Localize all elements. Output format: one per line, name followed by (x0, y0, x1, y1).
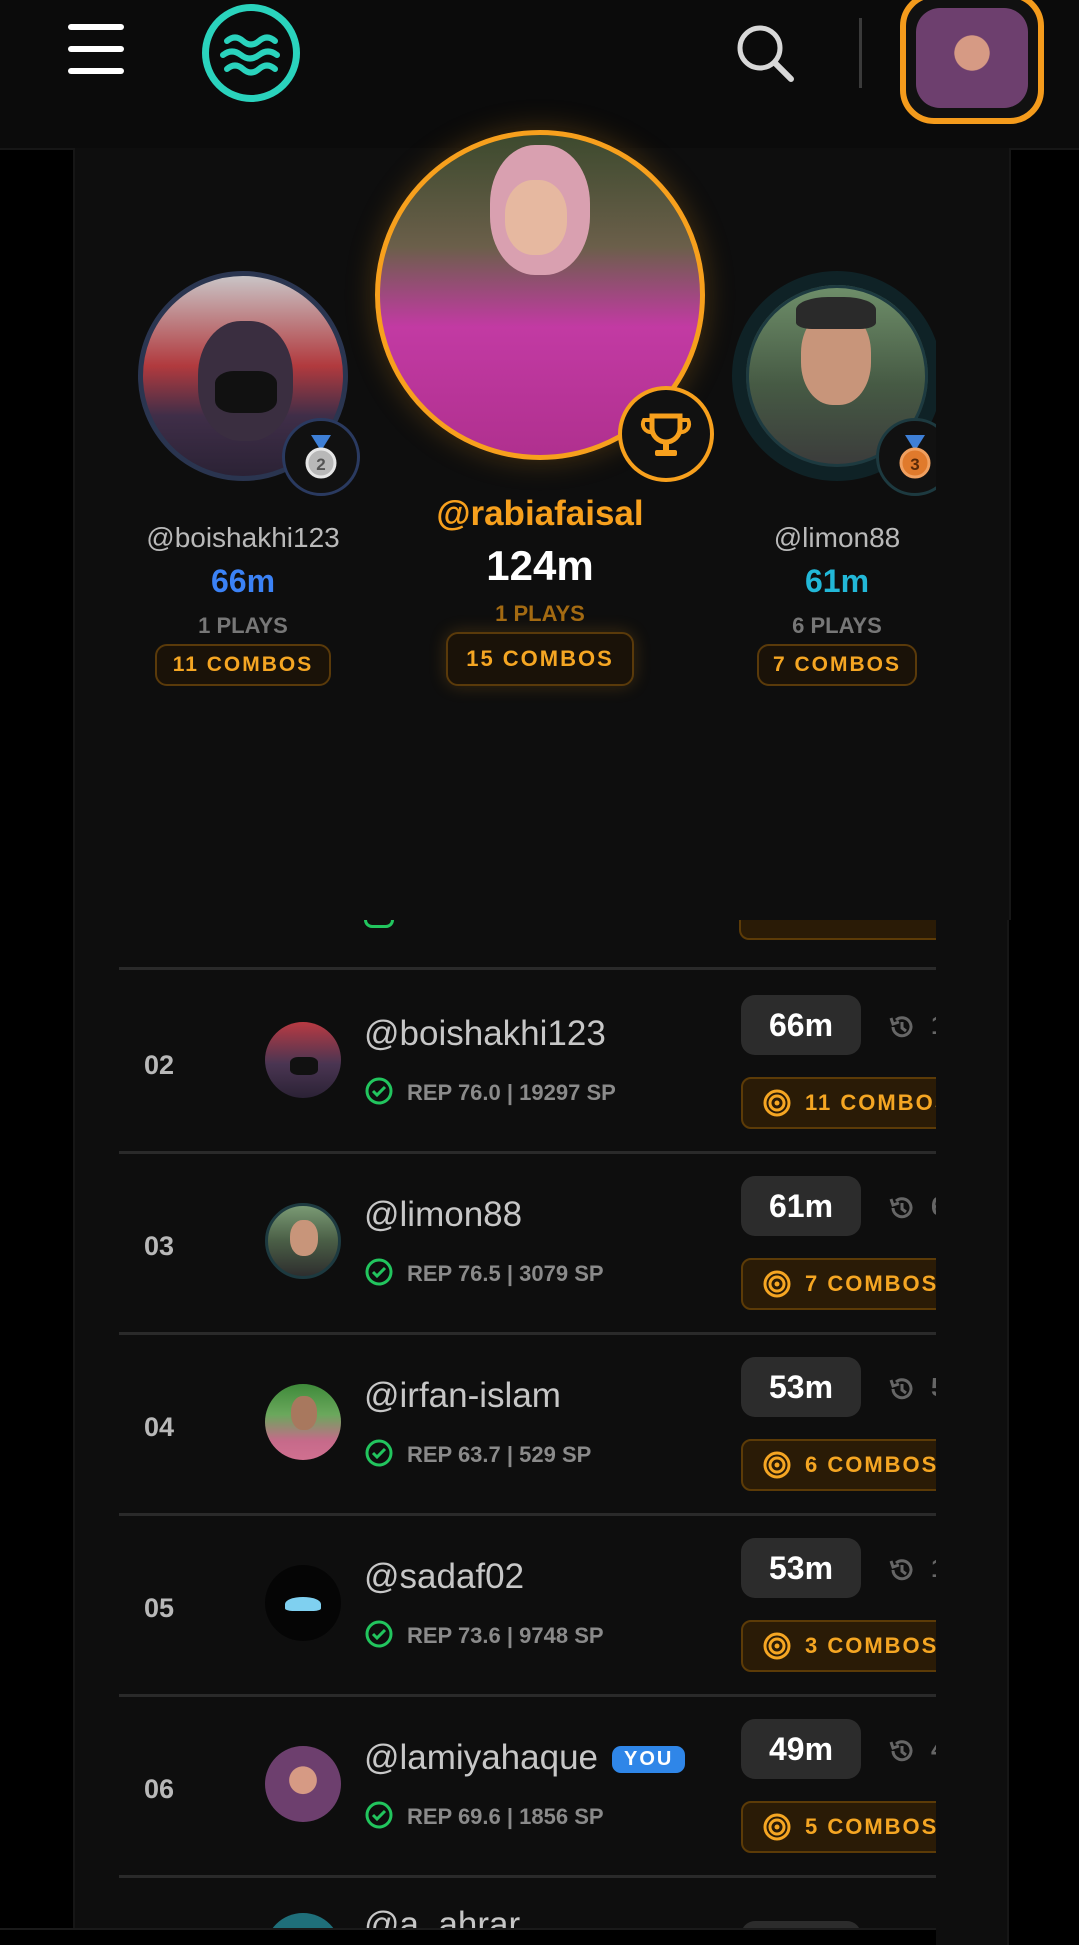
player-handle[interactable]: @lamiyahaque YOU (364, 1738, 686, 1778)
svg-text:2: 2 (316, 455, 325, 474)
table-row[interactable]: @a_ahrar (119, 1875, 936, 1935)
silver-medal-icon: 2 (282, 418, 360, 496)
third-place-handle[interactable]: @limon88 (707, 522, 936, 554)
target-icon (763, 1270, 791, 1298)
first-place-plays: 1 PLAYS (495, 601, 585, 626)
score-pill: 49m (741, 1719, 861, 1779)
second-place-plays: 1 PLAYS (198, 613, 288, 638)
rank-number: 03 (144, 1231, 175, 1261)
player-handle[interactable]: @boishakhi123 (364, 1014, 606, 1054)
score-pill: 66m (741, 995, 861, 1055)
rank-number: 06 (144, 1774, 175, 1804)
verified-check-icon (365, 1620, 393, 1648)
combo-pill: 11 COMBOS (741, 1077, 936, 1129)
rep-sp-text: REP 73.6 | 9748 SP (407, 1623, 604, 1648)
first-place-handle[interactable]: @rabiafaisal (390, 494, 690, 534)
table-row[interactable]: 06 @lamiyahaque YOU REP 69.6 | 1856 SP 49… (119, 1694, 936, 1878)
avatar[interactable] (265, 1022, 341, 1098)
rank-number: 02 (144, 1050, 175, 1080)
target-icon (763, 1089, 791, 1117)
avatar[interactable] (265, 1746, 341, 1822)
combo-label: 11 COMBOS (805, 1090, 936, 1115)
rank-number: 05 (144, 1593, 175, 1623)
combo-pill: 6 COMBOS (741, 1439, 936, 1491)
table-row[interactable]: 05 @sadaf02 REP 73.6 | 9748 SP 53m 1 3 C… (119, 1513, 936, 1697)
trophy-icon (618, 386, 714, 482)
combo-pill: 7 COMBOS (741, 1258, 936, 1310)
rank-number: 04 (144, 1412, 175, 1442)
score-pill: 61m (741, 1176, 861, 1236)
history-icon[interactable] (887, 1555, 917, 1585)
you-badge: YOU (612, 1746, 686, 1774)
avatar[interactable] (265, 1384, 341, 1460)
verified-check-icon (365, 1258, 393, 1286)
rep-sp-text: REP 69.6 | 1856 SP (407, 1804, 604, 1829)
third-place-score: 61m (804, 563, 870, 599)
rep-sp-text: REP 63.7 | 529 SP (407, 1442, 592, 1467)
partial-row-top (119, 920, 936, 970)
combo-pill: 5 COMBOS (741, 1801, 936, 1853)
score-pill: 53m (741, 1538, 861, 1598)
rep-sp-text: REP 76.5 | 3079 SP (407, 1261, 604, 1286)
player-handle[interactable]: @limon88 (364, 1195, 522, 1235)
history-icon[interactable] (887, 1374, 917, 1404)
player-handle[interactable]: @irfan-islam (364, 1376, 561, 1416)
combo-label: 5 COMBOS (805, 1814, 936, 1839)
verified-check-icon (365, 1801, 393, 1829)
player-handle-text: @lamiyahaque (364, 1738, 598, 1777)
table-row[interactable]: 02 @boishakhi123 REP 76.0 | 19297 SP 66m… (119, 970, 936, 1154)
avatar[interactable] (265, 1565, 341, 1641)
combo-label: 3 COMBOS (805, 1633, 936, 1658)
combo-label: 6 COMBOS (805, 1452, 936, 1477)
avatar[interactable] (265, 1203, 341, 1279)
combo-pill: 3 COMBOS (741, 1620, 936, 1672)
first-place-score: 124m (486, 542, 594, 589)
history-icon[interactable] (887, 1193, 917, 1223)
score-pill: 53m (741, 1357, 861, 1417)
third-place-plays: 6 PLAYS (792, 613, 882, 638)
second-place-combos: 11 COMBOS (155, 644, 331, 686)
combo-label: 7 COMBOS (805, 1271, 936, 1296)
first-place-combos: 15 COMBOS (446, 632, 634, 686)
third-place-combos: 7 COMBOS (757, 644, 917, 686)
rep-sp-text: REP 76.0 | 19297 SP (407, 1080, 616, 1105)
bronze-medal-icon: 3 (876, 418, 936, 496)
page-bottom-edge (0, 1928, 936, 1945)
content: @rabiafaisal 124m 1 PLAYS 15 COMBOS 2 @b… (0, 0, 936, 1945)
player-handle[interactable]: @sadaf02 (364, 1557, 524, 1597)
target-icon (763, 1451, 791, 1479)
second-place-score: 66m (210, 563, 276, 599)
history-icon[interactable] (887, 1012, 917, 1042)
svg-text:3: 3 (910, 455, 919, 474)
table-row[interactable]: 03 @limon88 REP 76.5 | 3079 SP 61m 6 7 C… (119, 1151, 936, 1335)
verified-check-icon (365, 1439, 393, 1467)
second-place-handle[interactable]: @boishakhi123 (113, 522, 373, 554)
target-icon (763, 1632, 791, 1660)
verified-check-icon (365, 1077, 393, 1105)
history-icon[interactable] (887, 1736, 917, 1766)
target-icon (763, 1813, 791, 1841)
list-clip-mask (936, 920, 1079, 1945)
table-row[interactable]: 04 @irfan-islam REP 63.7 | 529 SP 53m 5 … (119, 1332, 936, 1516)
